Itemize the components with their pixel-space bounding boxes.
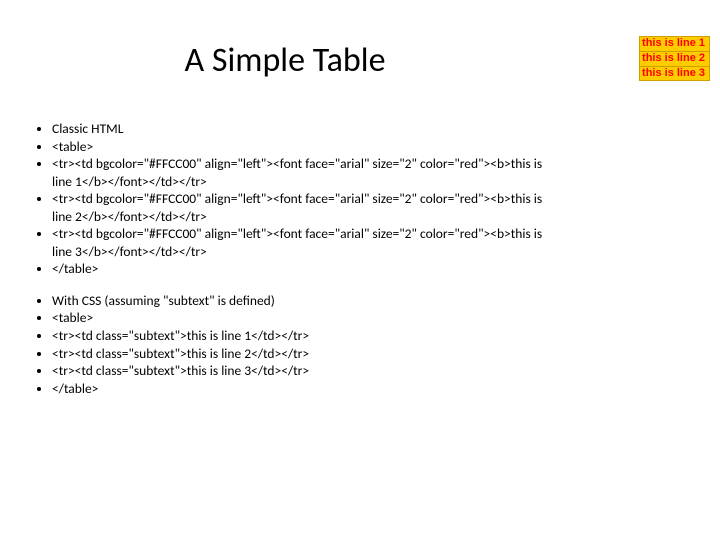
table-row: this is line 2 xyxy=(640,51,710,66)
slide: A Simple Table Classic HTML <table> <tr>… xyxy=(0,0,720,540)
list-item: With CSS (assuming "subtext" is defined) xyxy=(52,292,550,310)
demo-table: this is line 1 this is line 2 this is li… xyxy=(639,36,710,81)
slide-title: A Simple Table xyxy=(0,40,570,81)
table-row: this is line 3 xyxy=(640,66,710,81)
list-item: </table> xyxy=(52,380,550,398)
demo-cell: this is line 3 xyxy=(640,66,710,81)
list-item: <tr><td bgcolor="#FFCC00" align="left"><… xyxy=(52,155,550,190)
list-item: <tr><td bgcolor="#FFCC00" align="left"><… xyxy=(52,225,550,260)
bullet-list-classic: Classic HTML <table> <tr><td bgcolor="#F… xyxy=(30,120,550,278)
list-item: <tr><td class="subtext">this is line 3</… xyxy=(52,362,550,380)
table-row: this is line 1 xyxy=(640,37,710,52)
list-item: <table> xyxy=(52,138,550,156)
demo-cell: this is line 2 xyxy=(640,51,710,66)
list-item: Classic HTML xyxy=(52,120,550,138)
list-item: <tr><td bgcolor="#FFCC00" align="left"><… xyxy=(52,190,550,225)
list-item: <table> xyxy=(52,309,550,327)
slide-body: Classic HTML <table> <tr><td bgcolor="#F… xyxy=(30,120,550,411)
bullet-list-css: With CSS (assuming "subtext" is defined)… xyxy=(30,292,550,397)
list-item: </table> xyxy=(52,260,550,278)
demo-cell: this is line 1 xyxy=(640,37,710,52)
list-item: <tr><td class="subtext">this is line 2</… xyxy=(52,345,550,363)
list-item: <tr><td class="subtext">this is line 1</… xyxy=(52,327,550,345)
